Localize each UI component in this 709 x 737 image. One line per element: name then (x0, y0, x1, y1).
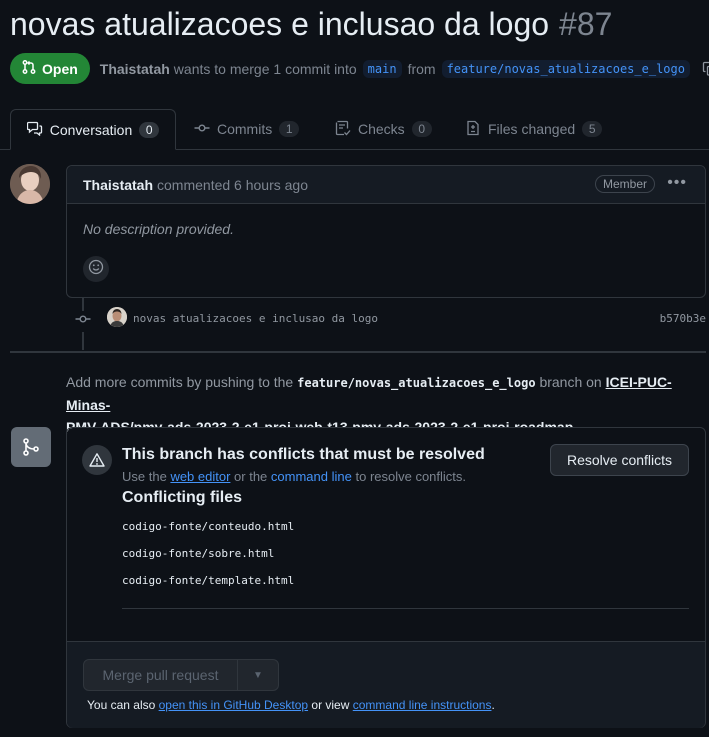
commit-author-avatar[interactable] (107, 307, 127, 327)
alternatives-text: You can also (87, 698, 156, 712)
meta-text: wants to merge 1 commit into (173, 60, 357, 77)
add-reaction-button[interactable] (83, 256, 109, 282)
timeline-divider (10, 351, 706, 353)
pr-author-link[interactable]: Thaistatah (100, 61, 170, 77)
tab-checks[interactable]: Checks 0 (335, 109, 432, 149)
smiley-icon (88, 259, 104, 280)
tab-commits[interactable]: Commits 1 (194, 109, 300, 149)
conflicting-file: codigo-fonte/template.html (122, 574, 295, 587)
tab-counter: 0 (139, 121, 160, 138)
conflict-sub-text: Use the (122, 469, 167, 484)
timeline-commit: novas atualizacoes e inclusao da logo b5… (73, 307, 706, 332)
merge-button-group: Merge pull request ▼ (83, 659, 279, 691)
commit-sha-link[interactable]: b570b3e (660, 312, 706, 325)
tab-files-changed[interactable]: Files changed 5 (465, 109, 603, 149)
merge-box: This branch has conflicts that must be r… (66, 427, 706, 728)
state-badge: Open (10, 53, 90, 84)
conflicting-file: codigo-fonte/sobre.html (122, 547, 275, 560)
triangle-down-icon: ▼ (253, 669, 263, 681)
alternatives-text: . (491, 698, 495, 712)
meta-text-from: from (407, 60, 436, 77)
tab-counter: 0 (411, 121, 432, 137)
kebab-horizontal-icon[interactable]: ••• (667, 174, 687, 192)
state-label: Open (42, 60, 78, 77)
comment-box: Thaistatah commented 6 hours ago Member … (66, 165, 706, 298)
commit-message-link[interactable]: novas atualizacoes e inclusao da logo (133, 312, 378, 325)
pr-number: #87 (559, 6, 613, 42)
head-branch[interactable]: feature/novas_atualizacoes_e_logo (441, 59, 690, 78)
pr-title-text: novas atualizacoes e inclusao da logo (10, 6, 550, 42)
merge-pull-request-button[interactable]: Merge pull request (84, 660, 238, 690)
merge-method-dropdown[interactable]: ▼ (238, 660, 278, 690)
commit-icon (75, 311, 91, 332)
comment-body: No description provided. (83, 221, 234, 237)
comment-discussion-icon (26, 120, 43, 139)
copy-icon[interactable] (702, 61, 709, 77)
pr-tabs: Conversation 0 Commits 1 Checks 0 Files … (0, 109, 709, 150)
web-editor-link[interactable]: web editor (170, 469, 230, 484)
pull-request-icon (21, 59, 37, 78)
file-diff-icon (465, 120, 481, 139)
member-badge: Member (594, 175, 655, 193)
checklist-icon (335, 120, 351, 139)
github-desktop-link[interactable]: open this in GitHub Desktop (159, 698, 308, 712)
tab-counter: 5 (582, 121, 603, 137)
conflict-subtitle: Use the web editor or the command line t… (122, 469, 466, 484)
conflict-sub-text: or the (234, 469, 268, 484)
merge-actions: Merge pull request ▼ You can also open t… (67, 641, 705, 728)
base-branch[interactable]: main (362, 59, 402, 78)
pr-title: novas atualizacoes e inclusao da logo #87 (10, 6, 612, 43)
push-hint-text: Add more commits by pushing to the (66, 374, 294, 390)
push-branch-name: feature/novas_atualizacoes_e_logo (297, 376, 536, 390)
resolve-conflicts-button[interactable]: Resolve conflicts (550, 444, 689, 476)
tab-conversation[interactable]: Conversation 0 (10, 109, 176, 150)
command-line-instructions-link[interactable]: command line instructions (353, 698, 492, 712)
alert-icon (82, 445, 112, 475)
conflict-sub-text: to resolve conflicts. (355, 469, 467, 484)
conflict-section: This branch has conflicts that must be r… (67, 428, 705, 641)
tab-counter: 1 (279, 121, 300, 137)
command-line-link[interactable]: command line (271, 469, 352, 484)
tab-label: Commits (217, 121, 273, 137)
comment-author[interactable]: Thaistatah (83, 177, 153, 193)
conflict-title: This branch has conflicts that must be r… (122, 446, 485, 463)
merge-alternatives: You can also open this in GitHub Desktop… (87, 698, 495, 712)
alternatives-text: or view (311, 698, 350, 712)
comment-timestamp[interactable]: commented 6 hours ago (157, 177, 308, 193)
tab-label: Conversation (49, 121, 133, 138)
files-divider (122, 608, 689, 609)
author-avatar[interactable] (10, 164, 50, 204)
push-hint-text: branch on (539, 374, 602, 390)
conflicting-files-title: Conflicting files (122, 489, 242, 506)
conflicting-file: codigo-fonte/conteudo.html (122, 520, 295, 533)
tab-label: Checks (358, 121, 405, 137)
tab-label: Files changed (488, 121, 576, 137)
commit-icon (194, 120, 210, 139)
git-merge-icon (11, 427, 51, 467)
pr-meta: Open Thaistatah wants to merge 1 commit … (10, 53, 709, 84)
comment-header: Thaistatah commented 6 hours ago Member … (67, 166, 705, 204)
